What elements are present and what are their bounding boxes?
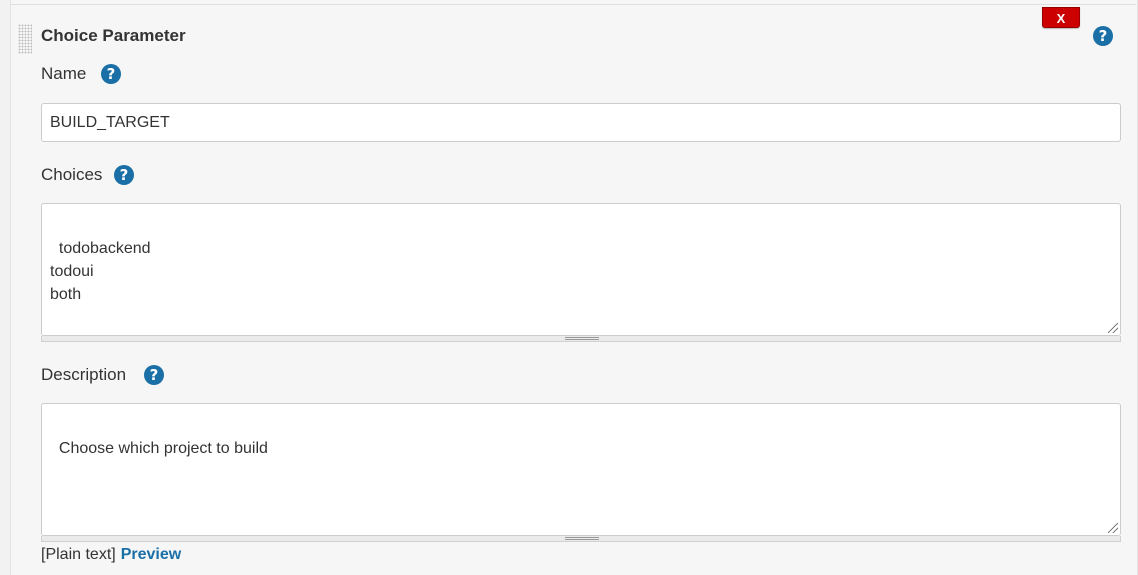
description-label: Description (41, 365, 127, 384)
name-help-icon[interactable]: ? (101, 64, 121, 84)
panel-divider (10, 4, 1136, 5)
choices-textarea[interactable]: todobackend todoui both (41, 203, 1121, 336)
choices-text: todobackend todoui both (50, 240, 151, 303)
plain-text-label: [Plain text] (41, 546, 116, 563)
name-input[interactable]: BUILD_TARGET (41, 103, 1121, 142)
description-textarea[interactable]: Choose which project to build (41, 403, 1121, 536)
section-help-icon[interactable]: ? (1093, 26, 1113, 46)
description-help-icon[interactable]: ? (144, 365, 164, 385)
drag-handle-icon[interactable] (18, 24, 32, 54)
markup-format-line: [Plain text] Preview (41, 546, 181, 564)
description-resize-bar[interactable] (41, 536, 1121, 542)
name-label: Name (41, 64, 87, 83)
delete-parameter-button[interactable]: X (1042, 7, 1080, 28)
section-title: Choice Parameter (41, 26, 186, 45)
resize-grip-icon[interactable] (1108, 523, 1118, 533)
description-text: Choose which project to build (58, 440, 268, 457)
choices-label: Choices (41, 165, 103, 184)
choices-resize-bar[interactable] (41, 336, 1121, 342)
preview-link[interactable]: Preview (121, 546, 181, 563)
choices-help-icon[interactable]: ? (114, 165, 134, 185)
resize-grip-icon[interactable] (1108, 323, 1118, 333)
